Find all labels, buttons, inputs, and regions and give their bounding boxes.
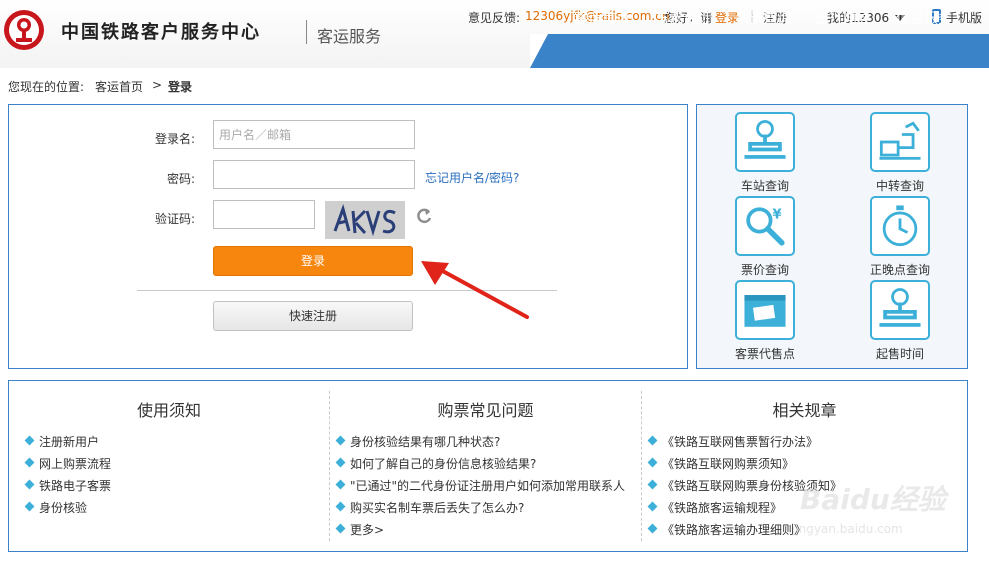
list-item[interactable]: 《铁路旅客运输办理细则》 <box>648 523 842 545</box>
list-item[interactable]: 《铁路旅客运输规程》 <box>648 501 842 523</box>
list-item[interactable]: 如何了解自己的身份信息核验结果? <box>336 457 625 479</box>
red-arrow-annotation-icon <box>421 261 529 319</box>
site-title: 中国铁路客户服务中心 <box>61 22 261 43</box>
nav-item-home[interactable]: 客运首页 <box>574 8 630 28</box>
station-icon <box>870 280 930 340</box>
breadcrumb-prefix: 您现在的位置: <box>8 80 85 94</box>
nav-item-booking[interactable]: 车票预订 <box>655 8 711 28</box>
service-panel: 车站查询 中转查询 ¥ 票价查询 正晚点查询 客票代售点 起售时间 <box>696 104 968 369</box>
list-item[interactable]: 《铁路互联网购票身份核验须知》 <box>648 479 842 501</box>
usage-notes-list: 注册新用户 网上购票流程 铁路电子客票 身份核验 <box>25 435 111 523</box>
service-sale-time[interactable]: 起售时间 <box>855 275 945 361</box>
service-ticket-agent[interactable]: 客票代售点 <box>720 275 810 361</box>
list-item[interactable]: 购买实名制车票后丢失了怎么办? <box>336 501 625 523</box>
list-item[interactable]: 身份核验结果有哪几种状态? <box>336 435 625 457</box>
breadcrumb-home-link[interactable]: 客运首页 <box>95 78 143 95</box>
faq-column: 购票常见问题 身份核验结果有哪几种状态? 如何了解自己的身份信息核验结果? "已… <box>330 381 641 551</box>
info-panel: 使用须知 注册新用户 网上购票流程 铁路电子客票 身份核验 购票常见问题 身份核… <box>8 380 968 552</box>
captcha-glyphs <box>333 204 396 237</box>
faq-title: 购票常见问题 <box>437 401 534 420</box>
regulations-column: 相关规章 《铁路互联网售票暂行办法》 《铁路互联网购票须知》 《铁路互联网购票身… <box>642 381 967 551</box>
price-search-icon: ¥ <box>735 196 795 256</box>
transfer-icon <box>870 112 930 172</box>
site-subtitle: 客运服务 <box>317 27 382 46</box>
forgot-password-link[interactable]: 忘记用户名/密码? <box>425 169 519 186</box>
faq-list: 身份核验结果有哪几种状态? 如何了解自己的身份信息核验结果? "已通过"的二代身… <box>336 435 625 545</box>
refresh-captcha-icon[interactable] <box>415 207 433 225</box>
service-price-query[interactable]: ¥ 票价查询 <box>720 191 810 277</box>
main-nav <box>530 34 989 68</box>
quick-register-button[interactable]: 快速注册 <box>213 301 413 331</box>
usage-notes-title: 使用须知 <box>136 401 201 420</box>
faq-more-link[interactable]: 更多> <box>336 523 625 545</box>
username-label: 登录名: <box>155 132 196 146</box>
list-item[interactable]: "已通过"的二代身份证注册用户如何添加常用联系人 <box>336 479 625 501</box>
captcha-label: 验证码: <box>155 212 196 226</box>
list-item[interactable]: 《铁路互联网购票须知》 <box>648 457 842 479</box>
breadcrumb-separator: > <box>152 78 163 92</box>
captcha-input[interactable] <box>213 200 315 229</box>
feedback-label: 意见反馈: <box>468 11 521 25</box>
station-icon <box>735 112 795 172</box>
nav-corner-decoration <box>530 34 548 68</box>
site-header: 中国铁路客户服务中心 客运服务 意见反馈: 12306yjfk@rails.co… <box>0 0 989 68</box>
login-button[interactable]: 登录 <box>213 246 413 276</box>
service-label: 起售时间 <box>875 347 924 361</box>
nav-item-travel-guide[interactable]: 出行向导 <box>815 8 871 28</box>
stopwatch-icon <box>870 196 930 256</box>
captcha-image[interactable] <box>325 201 405 239</box>
svg-text:¥: ¥ <box>772 208 781 223</box>
breadcrumb-current: 登录 <box>168 80 193 94</box>
service-transfer-query[interactable]: 中转查询 <box>855 107 945 193</box>
regulations-title: 相关规章 <box>772 401 837 420</box>
usage-notes-column: 使用须知 注册新用户 网上购票流程 铁路电子客票 身份核验 <box>9 381 329 551</box>
password-input[interactable] <box>213 160 415 189</box>
nav-item-remaining-tickets[interactable]: 余票查询 <box>735 8 791 28</box>
password-label: 密码: <box>167 172 196 186</box>
list-item[interactable]: 铁路电子客票 <box>25 479 111 501</box>
list-item[interactable]: 注册新用户 <box>25 435 111 457</box>
title-divider <box>306 20 307 44</box>
username-input[interactable] <box>213 120 415 149</box>
service-label: 客票代售点 <box>734 347 795 361</box>
list-item[interactable]: 网上购票流程 <box>25 457 111 479</box>
ticket-agent-icon <box>735 280 795 340</box>
service-delay-query[interactable]: 正晚点查询 <box>855 191 945 277</box>
service-station-query[interactable]: 车站查询 <box>720 107 810 193</box>
china-railway-logo-icon[interactable] <box>2 8 46 52</box>
login-panel: 登录名: 密码: 忘记用户名/密码? 验证码: 登录 快速注册 <box>8 104 688 369</box>
regulations-list: 《铁路互联网售票暂行办法》 《铁路互联网购票须知》 《铁路互联网购票身份核验须知… <box>648 435 842 545</box>
list-item[interactable]: 身份核验 <box>25 501 111 523</box>
nav-item-info-service[interactable]: 信息服务 <box>896 8 952 28</box>
list-item[interactable]: 《铁路互联网售票暂行办法》 <box>648 435 842 457</box>
